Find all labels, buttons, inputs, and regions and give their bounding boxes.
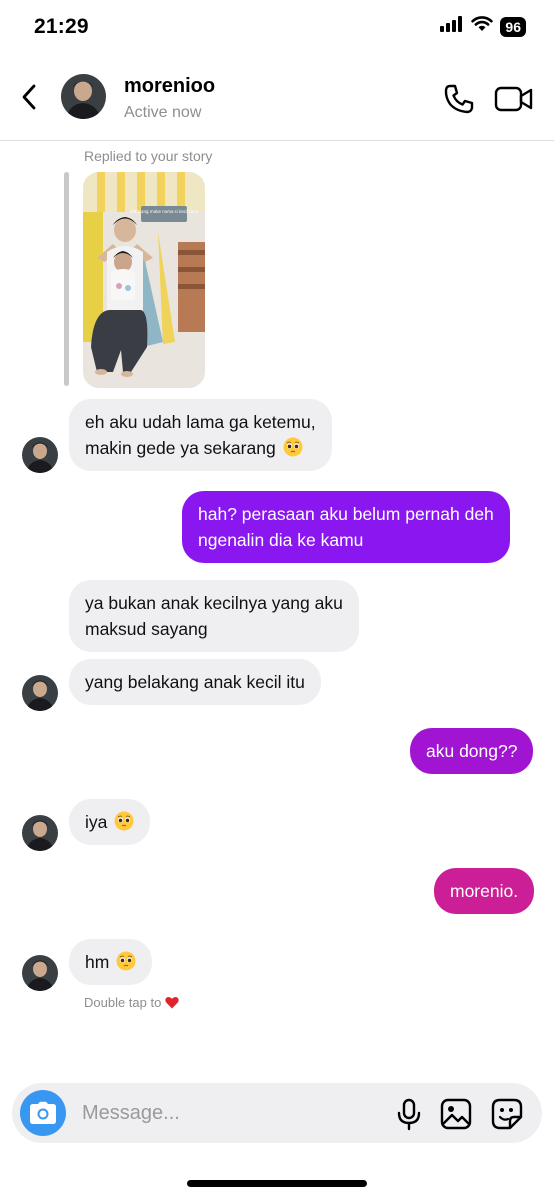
sent-message[interactable]: hah? perasaan aku belum pernah deh ngena…	[182, 491, 510, 563]
received-message[interactable]: hm	[69, 939, 153, 985]
message-line: makin gede ya sekarang	[85, 438, 276, 458]
double-tap-label: Double tap to	[84, 995, 162, 1010]
received-message[interactable]: iya	[69, 799, 151, 845]
status-icons: 96	[440, 16, 526, 37]
active-status: Active now	[124, 104, 202, 121]
status-time: 21:29	[34, 15, 89, 38]
reply-quote-bar	[64, 172, 69, 386]
header-avatar[interactable]	[61, 74, 106, 119]
chevron-left-icon	[22, 84, 36, 110]
pleading-face-icon	[114, 811, 134, 831]
message-line: hah? perasaan aku belum pernah deh	[198, 504, 494, 524]
voice-message-button[interactable]	[392, 1097, 426, 1131]
signal-icon	[440, 16, 464, 37]
back-button[interactable]	[16, 80, 42, 114]
gallery-button[interactable]	[439, 1097, 473, 1131]
contact-name[interactable]: morenioo	[124, 75, 215, 98]
sent-message[interactable]: aku dong??	[410, 728, 534, 774]
wifi-icon	[471, 16, 494, 37]
message-line: ngenalin dia ke kamu	[198, 530, 364, 550]
status-bar: 21:29 96	[0, 0, 554, 56]
sticker-button[interactable]	[490, 1097, 524, 1131]
story-caption: sekarang make nama si kecil lucu	[130, 209, 198, 214]
image-icon	[440, 1098, 472, 1130]
sticker-icon	[491, 1098, 523, 1130]
camera-button[interactable]	[20, 1090, 66, 1136]
pleading-face-icon	[116, 951, 136, 971]
call-button[interactable]	[442, 82, 476, 116]
phone-icon	[444, 84, 474, 114]
heart-icon	[165, 996, 179, 1009]
video-call-button[interactable]	[494, 82, 534, 116]
home-indicator[interactable]	[187, 1180, 367, 1187]
message-line: hm	[85, 952, 110, 972]
double-tap-hint: Double tap to	[84, 995, 179, 1010]
message-line: iya	[85, 812, 108, 832]
message-line: ya bukan anak kecilnya yang aku	[85, 593, 343, 613]
received-message[interactable]: eh aku udah lama ga ketemu, makin gede y…	[69, 399, 332, 471]
message-line: eh aku udah lama ga ketemu,	[85, 412, 316, 432]
pleading-face-icon	[283, 437, 303, 457]
message-line: aku dong??	[426, 741, 518, 761]
sender-avatar[interactable]	[22, 675, 58, 711]
message-line: morenio.	[450, 881, 519, 901]
chat-header: morenioo Active now	[0, 56, 554, 141]
message-composer	[12, 1083, 542, 1143]
video-camera-icon	[494, 86, 533, 112]
sender-avatar[interactable]	[22, 955, 58, 991]
story-thumbnail[interactable]: sekarang make nama si kecil lucu	[83, 172, 205, 388]
sender-avatar[interactable]	[22, 437, 58, 473]
battery-indicator: 96	[500, 16, 526, 37]
message-line: maksud sayang	[85, 619, 208, 639]
replied-story-label: Replied to your story	[84, 148, 213, 164]
microphone-icon	[397, 1098, 421, 1131]
message-input[interactable]	[82, 1097, 382, 1129]
sender-avatar[interactable]	[22, 815, 58, 851]
message-line: yang belakang anak kecil itu	[85, 672, 305, 692]
received-message[interactable]: yang belakang anak kecil itu	[69, 659, 321, 705]
camera-icon	[30, 1101, 56, 1124]
sent-message[interactable]: morenio.	[434, 868, 535, 914]
received-message[interactable]: ya bukan anak kecilnya yang aku maksud s…	[69, 580, 359, 652]
